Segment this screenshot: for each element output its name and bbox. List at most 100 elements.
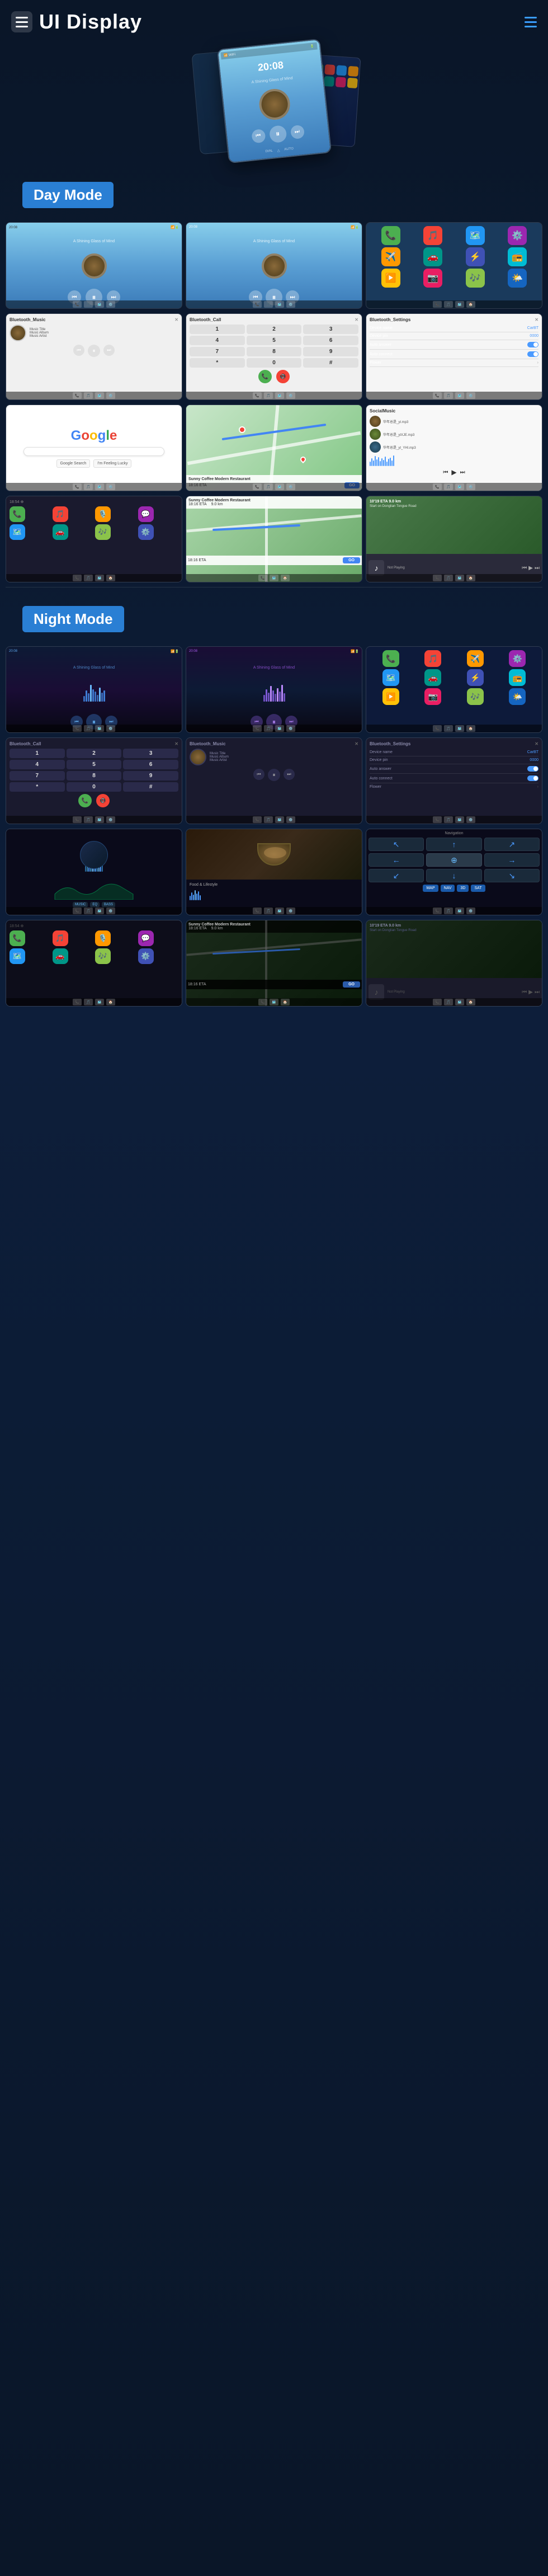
na-home[interactable]: 🏠	[466, 725, 475, 732]
nav-center[interactable]: ⊕	[426, 853, 481, 867]
key-5[interactable]: 5	[247, 336, 302, 345]
nap-settings[interactable]: ⚙️	[509, 650, 526, 667]
google-lucky-btn[interactable]: I'm Feeling Lucky	[93, 459, 131, 468]
bt-prev-btn[interactable]: ⏮	[73, 345, 84, 356]
nap-youtube[interactable]: ▶️	[382, 688, 399, 705]
nsp-home[interactable]: 🏠	[466, 999, 475, 1005]
nbt-pause-btn[interactable]: ⏸	[268, 769, 280, 781]
menu-icon[interactable]	[11, 11, 32, 32]
s-dial[interactable]: 📞	[433, 483, 442, 490]
ncp-spotify[interactable]: 🎶	[95, 948, 111, 964]
hamburger-menu-icon[interactable]	[525, 17, 537, 27]
nf-nav[interactable]: 🗺️	[275, 908, 284, 914]
key-star[interactable]: *	[190, 358, 245, 368]
cp-messages[interactable]: 💬	[138, 506, 154, 522]
split-play[interactable]: ▶	[528, 565, 533, 571]
nbts-nav[interactable]: 🗺️	[455, 816, 464, 823]
social-play[interactable]: ▶	[451, 468, 456, 476]
sp-dial[interactable]: 📞	[433, 575, 442, 581]
cp1-home[interactable]: 🏠	[106, 575, 115, 581]
bt-pause-btn[interactable]: ⏸	[88, 345, 100, 357]
apps-nav[interactable]: 🗺️	[455, 301, 464, 308]
nkey-2[interactable]: 2	[67, 749, 122, 758]
d2-music[interactable]: 🎵	[264, 301, 273, 308]
cp2-map[interactable]: 🗺️	[270, 575, 278, 581]
cp2-dial[interactable]: 📞	[258, 575, 267, 581]
ncp1-home[interactable]: 🏠	[106, 999, 115, 1005]
google-search-bar[interactable]	[23, 447, 164, 456]
cp-maps[interactable]: 🗺️	[10, 524, 25, 540]
nav-down-right[interactable]: ↘	[484, 869, 540, 882]
m-nav[interactable]: 🗺️	[275, 483, 284, 490]
key-8[interactable]: 8	[247, 347, 302, 356]
n2-music[interactable]: 🎵	[264, 725, 273, 732]
d1-set[interactable]: ⚙️	[106, 301, 115, 308]
btc-dial[interactable]: 📞	[253, 392, 262, 399]
g-dial[interactable]: 📞	[73, 483, 82, 490]
nkey-3[interactable]: 3	[123, 749, 178, 758]
nap-waze[interactable]: 🚗	[424, 669, 441, 686]
nbts-aa-toggle[interactable]	[527, 766, 538, 772]
bt-call-close[interactable]: ✕	[355, 317, 358, 322]
ncp-go-btn[interactable]: GO	[343, 981, 360, 988]
nm-nav[interactable]: 🗺️	[455, 908, 464, 914]
nap-spotify[interactable]: 🎶	[467, 688, 484, 705]
d2-set[interactable]: ⚙️	[286, 301, 295, 308]
nm-set[interactable]: ⚙️	[466, 908, 475, 914]
ncp2-map[interactable]: 🗺️	[270, 999, 278, 1005]
nbtm-set[interactable]: ⚙️	[286, 816, 295, 823]
n2-nav[interactable]: 🗺️	[275, 725, 284, 732]
nm-music[interactable]: 🎵	[444, 908, 453, 914]
nkey-5[interactable]: 5	[67, 760, 122, 769]
bts-nav[interactable]: 🗺️	[455, 392, 464, 399]
cp-music[interactable]: 🎵	[53, 506, 68, 522]
ncp1-nav[interactable]: 🗺️	[95, 999, 104, 1005]
nkey-hash[interactable]: #	[123, 782, 178, 792]
pause-btn[interactable]: ⏸	[268, 124, 287, 143]
nkey-4[interactable]: 4	[10, 760, 65, 769]
neq-dial[interactable]: 📞	[73, 908, 82, 914]
key-0[interactable]: 0	[247, 358, 302, 368]
nkey-star[interactable]: *	[10, 782, 65, 792]
n2-set[interactable]: ⚙️	[286, 725, 295, 732]
cp1-dial[interactable]: 📞	[73, 575, 82, 581]
nsplit-prev[interactable]: ⏮	[522, 989, 527, 995]
key-1[interactable]: 1	[190, 325, 245, 334]
auto-answer-toggle[interactable]	[527, 342, 538, 347]
nbtc-nav[interactable]: 🗺️	[95, 816, 104, 823]
nbt-music-close[interactable]: ✕	[355, 741, 358, 746]
nkey-6[interactable]: 6	[123, 760, 178, 769]
n1-music[interactable]: 🎵	[84, 725, 93, 732]
app-spotify[interactable]: 🎶	[466, 269, 485, 288]
g-set[interactable]: ⚙️	[106, 483, 115, 490]
nkey-1[interactable]: 1	[10, 749, 65, 758]
ncp-waze[interactable]: 🚗	[53, 948, 68, 964]
nsp-nav[interactable]: 🗺️	[455, 999, 464, 1005]
cp-waze[interactable]: 🚗	[53, 524, 68, 540]
prev-btn[interactable]: ⏮	[251, 128, 265, 143]
d1-music[interactable]: 🎵	[84, 301, 93, 308]
nap-telegram[interactable]: ✈️	[467, 650, 484, 667]
app-radio[interactable]: 📻	[508, 247, 527, 266]
s-music[interactable]: 🎵	[444, 483, 453, 490]
nap-maps[interactable]: 🗺️	[382, 669, 399, 686]
ncp1-music[interactable]: 🎵	[84, 999, 93, 1005]
key-hash[interactable]: #	[303, 358, 358, 368]
nav-right[interactable]: →	[484, 853, 540, 867]
nbtm-nav[interactable]: 🗺️	[275, 816, 284, 823]
app-instagram[interactable]: 📷	[423, 269, 442, 288]
g-nav[interactable]: 🗺️	[95, 483, 104, 490]
key-7[interactable]: 7	[190, 347, 245, 356]
neq-music[interactable]: 🎵	[84, 908, 93, 914]
g-music[interactable]: 🎵	[84, 483, 93, 490]
nav-up-left[interactable]: ↖	[369, 838, 424, 851]
nend-call-btn[interactable]: 📵	[96, 794, 110, 807]
ncp2-home[interactable]: 🏠	[281, 999, 290, 1005]
m-set[interactable]: ⚙️	[286, 483, 295, 490]
sp-nav[interactable]: 🗺️	[455, 575, 464, 581]
key-4[interactable]: 4	[190, 336, 245, 345]
key-3[interactable]: 3	[303, 325, 358, 334]
nbts-ac-toggle[interactable]	[527, 775, 538, 781]
nsplit-play[interactable]: ▶	[528, 989, 533, 995]
nbtm-music[interactable]: 🎵	[264, 816, 273, 823]
